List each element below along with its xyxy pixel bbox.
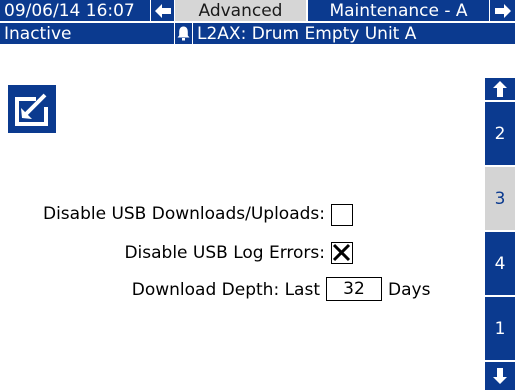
status-state-text: Inactive xyxy=(4,23,72,44)
edit-icon xyxy=(15,93,48,126)
up-arrow-icon xyxy=(493,81,507,97)
page-tab-1-label: 1 xyxy=(494,318,506,339)
page-tab-2[interactable]: 2 xyxy=(485,102,515,165)
tab-advanced[interactable]: Advanced xyxy=(175,0,306,21)
download-depth-field[interactable]: 32 xyxy=(326,277,382,301)
forward-button[interactable] xyxy=(490,0,515,21)
disable-log-errors-label: Disable USB Log Errors: xyxy=(124,243,325,263)
right-arrow-icon xyxy=(494,3,511,18)
page-tab-1[interactable]: 1 xyxy=(485,297,515,360)
disable-usb-label: Disable USB Downloads/Uploads: xyxy=(42,204,325,224)
edit-button[interactable] xyxy=(8,85,56,133)
page-tab-3[interactable]: 3 xyxy=(485,167,515,230)
alarm-message-text: L2AX: Drum Empty Unit A xyxy=(197,23,417,44)
back-button[interactable] xyxy=(151,0,174,21)
download-depth-label: Download Depth: Last xyxy=(131,280,320,300)
download-depth-unit: Days xyxy=(388,280,431,300)
check-x-icon xyxy=(332,243,351,262)
left-arrow-icon xyxy=(154,3,171,18)
page-tab-2-label: 2 xyxy=(494,123,506,144)
alarm-message: L2AX: Drum Empty Unit A xyxy=(193,23,515,44)
bell-icon xyxy=(177,26,190,41)
disable-log-errors-checkbox[interactable] xyxy=(331,242,353,264)
tab-maintenance[interactable]: Maintenance - A xyxy=(308,0,489,21)
page-tab-3-label: 3 xyxy=(494,188,506,209)
datetime-text: 09/06/14 16:07 xyxy=(4,0,135,21)
datetime-display: 09/06/14 16:07 xyxy=(0,0,150,21)
page-down-button[interactable] xyxy=(485,362,515,390)
page-up-button[interactable] xyxy=(485,78,515,100)
disable-usb-checkbox[interactable] xyxy=(331,204,353,226)
page-tab-4[interactable]: 4 xyxy=(485,232,515,295)
tab-advanced-label: Advanced xyxy=(198,0,283,21)
alarm-indicator xyxy=(175,23,192,44)
tab-maintenance-label: Maintenance - A xyxy=(329,0,468,21)
down-arrow-icon xyxy=(493,368,507,384)
page-tab-4-label: 4 xyxy=(494,253,506,274)
status-state: Inactive xyxy=(0,23,174,44)
